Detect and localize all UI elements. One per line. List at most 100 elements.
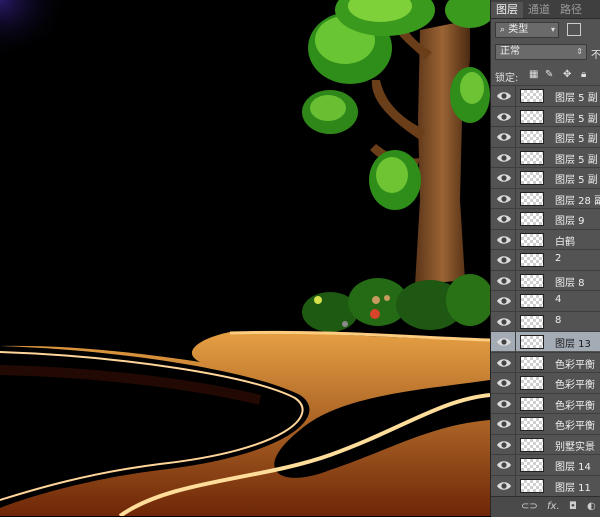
layer-thumbnail[interactable] (520, 335, 544, 349)
eye-icon[interactable] (496, 151, 512, 165)
layer-thumbnail[interactable] (520, 437, 544, 452)
layer-thumbnail[interactable] (520, 171, 544, 185)
layer-row[interactable]: 图层 8 (491, 269, 600, 291)
layer-name[interactable]: 图层 11 (555, 479, 591, 494)
layer-row[interactable]: 色彩平衡 (491, 372, 600, 393)
eye-icon[interactable] (496, 376, 512, 390)
layer-row[interactable]: 2 (491, 249, 600, 270)
layer-thumbnail[interactable] (520, 232, 544, 247)
layer-name[interactable]: 色彩平衡 (555, 397, 595, 412)
eye-icon[interactable] (496, 274, 512, 288)
layer-row[interactable]: 图层 5 副 (491, 126, 600, 147)
eye-icon[interactable] (496, 192, 512, 206)
layer-name[interactable]: 图层 8 (555, 274, 585, 289)
layer-thumbnail[interactable] (520, 273, 544, 288)
layer-name[interactable]: 白鹤 (555, 233, 575, 248)
layer-thumbnail[interactable] (520, 478, 544, 493)
layer-thumbnail[interactable] (520, 89, 544, 103)
layer-name[interactable]: 图层 5 副 (555, 110, 598, 125)
mask-icon[interactable]: ◘ (569, 501, 577, 512)
eye-icon[interactable] (496, 458, 512, 472)
layer-row[interactable]: 图层 9 (491, 208, 600, 229)
layer-name[interactable]: 图层 9 (555, 212, 585, 227)
eye-icon[interactable] (496, 233, 512, 247)
layer-row[interactable]: 8 (491, 310, 600, 332)
layer-thumbnail[interactable] (520, 109, 544, 124)
layer-thumbnail[interactable] (520, 417, 544, 431)
layer-row[interactable]: 图层 5 副 (491, 85, 600, 106)
layer-name[interactable]: 4 (555, 294, 561, 305)
layer-name[interactable]: 色彩平衡 (555, 376, 595, 391)
document-canvas[interactable] (0, 0, 490, 516)
layer-row[interactable]: 图层 5 副 (491, 105, 600, 127)
fx-icon[interactable]: fx. (547, 501, 560, 512)
layer-thumbnail[interactable] (520, 314, 544, 329)
tab-channels[interactable]: 通道 (523, 2, 555, 18)
layer-row[interactable]: 图层 11 (491, 474, 600, 496)
layer-row[interactable]: 图层 5 副 (491, 146, 600, 168)
layer-name[interactable]: 图层 14 (555, 458, 591, 473)
eye-icon[interactable] (496, 212, 512, 226)
layer-row[interactable]: 图层 14 (491, 454, 600, 475)
layer-thumbnail[interactable] (520, 130, 544, 144)
eye-icon[interactable] (496, 130, 512, 144)
adjustment-icon[interactable]: ◐ (587, 501, 596, 512)
eye-icon[interactable] (496, 89, 512, 103)
layer-row[interactable]: 4 (491, 290, 600, 311)
layer-row[interactable]: 别墅实景 (491, 433, 600, 455)
lock-row: 锁定: ▦ ✎ ✥ 🔒︎ (491, 67, 600, 85)
lock-transparency-icon[interactable]: ▦ (529, 69, 538, 80)
filter-image-icon[interactable] (567, 23, 581, 36)
layer-name[interactable]: 色彩平衡 (555, 356, 595, 371)
eye-icon[interactable] (496, 397, 512, 411)
eye-icon[interactable] (496, 110, 512, 124)
eye-icon[interactable] (496, 356, 512, 370)
layer-row[interactable]: 色彩平衡 (491, 351, 600, 373)
layer-row[interactable]: 图层 5 副 (491, 167, 600, 188)
eye-icon[interactable] (496, 417, 512, 431)
link-icon[interactable]: ⊂⊃ (521, 501, 538, 512)
layer-name[interactable]: 图层 28 副 (555, 192, 600, 207)
lock-all-icon[interactable]: 🔒︎ (581, 69, 586, 80)
lock-paint-icon[interactable]: ✎ (545, 69, 553, 80)
layer-name[interactable]: 别墅实景 (555, 438, 595, 453)
lock-move-icon[interactable]: ✥ (563, 69, 571, 80)
blend-mode-select[interactable]: 正常 ⇕ (495, 44, 587, 60)
layer-row[interactable]: 图层 13 (491, 331, 600, 352)
layer-name[interactable]: 2 (555, 253, 561, 264)
layer-thumbnail[interactable] (520, 191, 544, 206)
layer-name[interactable]: 图层 5 副 (555, 151, 598, 166)
layer-thumbnail[interactable] (520, 396, 544, 411)
tab-layers[interactable]: 图层 (491, 2, 523, 18)
layer-row[interactable]: 色彩平衡 (491, 392, 600, 414)
eye-icon[interactable] (496, 253, 512, 267)
layer-thumbnail[interactable] (520, 294, 544, 308)
layer-thumbnail[interactable] (520, 150, 544, 165)
eye-icon[interactable] (496, 438, 512, 452)
layer-filter-select[interactable]: ⌕ 类型 ▾ (495, 22, 559, 38)
layer-thumbnail[interactable] (520, 253, 544, 267)
layer-thumbnail[interactable] (520, 355, 544, 370)
layer-name[interactable]: 8 (555, 315, 561, 326)
tab-paths[interactable]: 路径 (555, 2, 587, 18)
layer-name[interactable]: 色彩平衡 (555, 417, 595, 432)
layer-row[interactable]: 色彩平衡 (491, 413, 600, 434)
layer-name[interactable]: 图层 5 副 (555, 171, 598, 186)
row-divider (515, 209, 516, 229)
layer-thumbnail[interactable] (520, 458, 544, 472)
artwork (0, 0, 490, 516)
layer-thumbnail[interactable] (520, 212, 544, 226)
eye-icon[interactable] (496, 335, 512, 349)
layer-name[interactable]: 图层 5 副 (555, 130, 598, 145)
layer-name[interactable]: 图层 13 (555, 335, 591, 350)
eye-icon[interactable] (496, 294, 512, 308)
layer-row[interactable]: 白鹤 (491, 228, 600, 250)
opacity-label: 不 (591, 50, 600, 61)
search-icon: ⌕ (500, 25, 506, 35)
eye-icon[interactable] (496, 479, 512, 493)
layer-name[interactable]: 图层 5 副 (555, 89, 598, 104)
eye-icon[interactable] (496, 315, 512, 329)
eye-icon[interactable] (496, 171, 512, 185)
layer-row[interactable]: 图层 28 副 (491, 187, 600, 209)
layer-thumbnail[interactable] (520, 376, 544, 390)
